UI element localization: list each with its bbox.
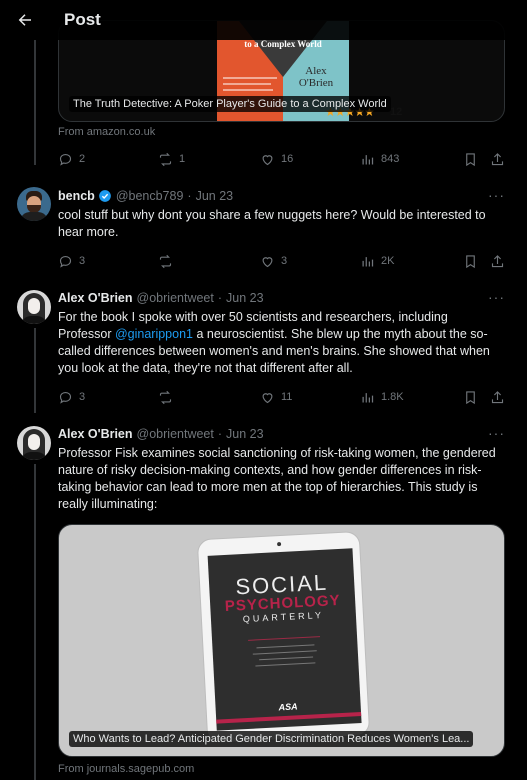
journal-card-source[interactable]: From journals.sagepub.com bbox=[58, 763, 194, 775]
thread-line bbox=[34, 464, 36, 780]
repost-icon bbox=[159, 390, 172, 404]
bookmark-icon bbox=[466, 152, 475, 166]
reply-text: cool stuff but why dont you share a few … bbox=[58, 208, 486, 239]
share-icon bbox=[491, 254, 504, 267]
separator-dot: · bbox=[187, 189, 192, 203]
views-button[interactable]: 2K bbox=[360, 254, 394, 269]
views-count: 1.8K bbox=[381, 391, 404, 403]
like-count: 11 bbox=[281, 391, 293, 403]
book-cover-author: Alex O'Brien bbox=[298, 65, 334, 89]
reply-count: 3 bbox=[79, 391, 86, 403]
reply-button[interactable]: 2 bbox=[58, 152, 85, 167]
journal-link-card[interactable]: SOCIAL PSYCHOLOGY QUARTERLY ASA Who Want… bbox=[58, 524, 505, 757]
thread-line bbox=[34, 328, 36, 413]
reply-header: Alex O'Brien @obrientweet · Jun 23 bbox=[58, 427, 264, 441]
repost-button[interactable]: 1 bbox=[158, 152, 185, 167]
reply-header: Alex O'Brien @obrientweet · Jun 23 bbox=[58, 291, 264, 305]
views-button[interactable]: 843 bbox=[360, 152, 399, 167]
author-name[interactable]: Alex O'Brien bbox=[58, 427, 133, 441]
separator-dot: · bbox=[217, 427, 223, 441]
page-title: Post bbox=[64, 10, 101, 29]
post-date[interactable]: Jun 23 bbox=[226, 427, 264, 441]
reply-count: 2 bbox=[79, 153, 86, 165]
like-count: 16 bbox=[281, 153, 294, 165]
analytics-icon bbox=[362, 256, 374, 266]
repost-button[interactable] bbox=[158, 254, 173, 269]
share-icon bbox=[491, 152, 504, 165]
author-handle[interactable]: @bencb789 bbox=[116, 189, 184, 203]
share-icon bbox=[491, 390, 504, 403]
reply-button[interactable]: 3 bbox=[58, 390, 85, 405]
bookmark-button[interactable] bbox=[463, 390, 478, 405]
book-card-title: The Truth Detective: A Poker Player's Gu… bbox=[69, 96, 391, 112]
reply-icon bbox=[59, 255, 72, 268]
bookmark-icon bbox=[466, 254, 475, 268]
verified-badge-icon bbox=[98, 190, 111, 202]
top-header: Post bbox=[0, 0, 527, 40]
heart-icon bbox=[262, 392, 273, 403]
journal-card-title: Who Wants to Lead? Anticipated Gender Di… bbox=[69, 731, 474, 747]
mention-link[interactable]: @ginarippon1 bbox=[115, 327, 193, 341]
bookmark-button[interactable] bbox=[463, 152, 478, 167]
separator-dot: · bbox=[217, 291, 223, 305]
post-date[interactable]: Jun 23 bbox=[226, 291, 264, 305]
author-handle[interactable]: @obrientweet bbox=[137, 427, 214, 441]
avatar[interactable] bbox=[17, 290, 51, 324]
views-button[interactable]: 1.8K bbox=[360, 390, 404, 405]
author-name[interactable]: bencb bbox=[58, 189, 95, 203]
analytics-icon bbox=[362, 154, 374, 164]
more-options-icon[interactable]: ··· bbox=[488, 289, 505, 305]
tablet-image: SOCIAL PSYCHOLOGY QUARTERLY ASA bbox=[196, 530, 371, 745]
reply-text: For the book I spoke with over 50 scient… bbox=[58, 310, 490, 375]
avatar[interactable] bbox=[17, 187, 51, 221]
reply-button[interactable]: 3 bbox=[58, 254, 85, 269]
post-date[interactable]: Jun 23 bbox=[196, 189, 234, 203]
arrow-left-icon bbox=[18, 14, 31, 26]
like-button[interactable]: 3 bbox=[260, 254, 287, 269]
like-count: 3 bbox=[281, 255, 288, 267]
repost-icon bbox=[159, 152, 172, 166]
repost-icon bbox=[159, 254, 172, 268]
author-name[interactable]: Alex O'Brien bbox=[58, 291, 133, 305]
more-options-icon[interactable]: ··· bbox=[488, 425, 505, 441]
heart-icon bbox=[262, 256, 273, 267]
like-button[interactable]: 16 bbox=[260, 152, 293, 167]
views-count: 2K bbox=[381, 255, 395, 267]
reply-text: Professor Fisk examines social sanctioni… bbox=[58, 446, 496, 511]
share-button[interactable] bbox=[490, 390, 505, 405]
avatar[interactable] bbox=[17, 426, 51, 460]
share-button[interactable] bbox=[490, 152, 505, 167]
more-options-icon[interactable]: ··· bbox=[488, 187, 505, 203]
reply-actions: 3 11 1.8K bbox=[58, 387, 504, 407]
reply-icon bbox=[59, 153, 72, 166]
thread-line bbox=[34, 40, 36, 165]
bookmark-icon bbox=[466, 390, 475, 404]
rating-count: 12 bbox=[390, 106, 403, 118]
back-button[interactable] bbox=[0, 0, 50, 40]
share-button[interactable] bbox=[490, 254, 505, 269]
author-handle[interactable]: @obrientweet bbox=[137, 291, 214, 305]
reply-icon bbox=[59, 391, 72, 404]
reply-header: bencb @bencb789 · Jun 23 bbox=[58, 189, 233, 203]
analytics-icon bbox=[362, 392, 374, 402]
repost-button[interactable] bbox=[158, 390, 173, 405]
repost-count: 1 bbox=[179, 153, 186, 165]
book-card-source[interactable]: From amazon.co.uk bbox=[58, 126, 155, 138]
heart-icon bbox=[262, 154, 273, 165]
views-count: 843 bbox=[381, 153, 400, 165]
reply-count: 3 bbox=[79, 255, 86, 267]
journal-cover: SOCIAL PSYCHOLOGY QUARTERLY ASA bbox=[207, 548, 362, 731]
like-button[interactable]: 11 bbox=[260, 390, 292, 405]
bookmark-button[interactable] bbox=[463, 254, 478, 269]
book-cover-text: to a Complex World bbox=[244, 39, 322, 49]
reply-actions: 3 3 2K bbox=[58, 251, 504, 271]
main-post-actions: 2 1 16 843 bbox=[58, 149, 504, 169]
